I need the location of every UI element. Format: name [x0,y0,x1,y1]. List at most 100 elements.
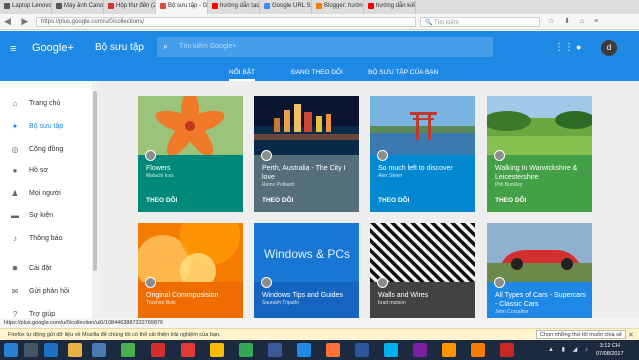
link-status-bar: https://plus.google.com/u/0/collection/u… [0,318,639,328]
settings-icon: ✹ [11,264,19,273]
word-icon[interactable] [355,343,369,357]
follow-button[interactable]: THEO DÕI [495,197,526,204]
edge-icon[interactable] [44,343,58,357]
tab-following[interactable]: ĐANG THEO DÕI [291,69,343,76]
video-icon[interactable] [500,343,514,357]
close-icon[interactable]: ✕ [628,331,634,339]
owner-avatar[interactable] [494,150,505,161]
sidebar-item-label: Trang chủ [29,100,61,107]
collection-card[interactable]: Flowers Malachi Ices THEO DÕI [138,96,243,212]
sidebar-item[interactable]: ● Hồ sơ [0,161,92,181]
infobar-share-button[interactable]: Chọn những thứ tôi muốn chia sẻ [536,330,626,339]
gplus-search-box[interactable]: ⌕ Tìm kiếm Google+ [157,37,493,57]
tab-your-collections[interactable]: BỘ SƯU TẬP CỦA BẠN [368,69,438,76]
browser-tab[interactable]: hướng dẫn tạo [208,0,260,14]
sidebar-scrollbar-thumb[interactable] [93,91,97,271]
sidebar-item[interactable]: ✦ Bộ sưu tập [0,117,92,137]
sidebar-item[interactable]: ♪ Thông báo [0,229,92,249]
sidebar-item[interactable]: ✹ Cài đặt [0,259,92,279]
gplus-logo[interactable]: Google+ [32,42,74,54]
firefox-icon[interactable] [326,343,340,357]
menu-icon[interactable]: ≡ [10,43,16,55]
owner-avatar[interactable] [145,150,156,161]
browser-nav-bar: ◀ ▶ ↻ https://plus.google.com/u/0/collec… [0,14,639,30]
task-view-icon[interactable] [24,343,38,357]
browser-tab[interactable]: Máy ảnh Canon [52,0,104,14]
taskbar-clock[interactable]: 3:12 CH 07/08/2017 [596,342,624,358]
browser-tab[interactable]: Laptop Lenovo [0,0,52,14]
collections-icon: ✦ [11,122,19,131]
windows-start-icon[interactable] [4,343,18,357]
sidebar-item[interactable]: ♟ Mọi người [0,184,92,204]
owner-avatar[interactable] [261,150,272,161]
chrome-icon[interactable] [210,343,224,357]
browser-toolbar-icons[interactable]: ☆ ⬇ ⌂ ≡ [548,17,602,25]
owner-avatar[interactable] [261,277,272,288]
collection-card-footer: Walking In Warwickshire & Leicestershire… [487,150,592,212]
browser-tab-label: hướng dẫn kiế [376,3,415,9]
download-icon[interactable] [151,343,165,357]
app-icon[interactable] [121,343,135,357]
collection-owner: Remo Pollastri [262,182,295,188]
url-field[interactable]: https://plus.google.com/u/0/collections/ [36,17,416,27]
collection-cover-image [487,96,592,155]
paint-icon[interactable] [471,343,485,357]
search-icon: ⌕ [163,41,169,51]
gplus-icon [160,3,166,9]
follow-button[interactable]: THEO DÕI [146,197,177,204]
system-tray-icons[interactable]: ▲ ▮ ◢ ♪ [548,346,591,353]
apps-grid-icon[interactable]: ⋮⋮ [554,42,574,53]
browser-tab-label: Bộ sưu tập - Go [168,3,208,9]
follow-button[interactable]: THEO DÕI [262,197,293,204]
collection-owner: Truehan Bois [146,300,176,306]
follow-button[interactable]: THEO DÕI [378,197,409,204]
sidebar-item-label: Mọi người [29,190,61,197]
collection-card[interactable]: Walking In Warwickshire & Leicestershire… [487,96,592,212]
owner-avatar[interactable] [377,277,388,288]
sidebar-item[interactable]: ✉ Gửi phản hồi [0,282,92,302]
home-icon: ⌂ [12,99,18,108]
people-icon: ♟ [11,189,19,198]
owner-avatar[interactable] [145,277,156,288]
skype-icon[interactable] [384,343,398,357]
clock-date: 07/08/2017 [596,351,624,357]
firefox-info-bar: Firefox tự động gửi dữ liệu về Mozilla đ… [0,328,639,340]
browser-tab[interactable]: Bộ sưu tập - Go [156,0,208,14]
blogger-icon [316,3,322,9]
account-avatar[interactable]: d [601,40,617,56]
file-explorer-icon[interactable] [68,343,82,357]
owner-avatar[interactable] [377,150,388,161]
browser-tab[interactable]: Hộp thư đến (2) [104,0,156,14]
collection-cover-image [370,223,475,282]
owner-avatar[interactable] [494,277,505,288]
media-icon[interactable] [413,343,427,357]
collection-card[interactable]: Perth, Australia - The City I love Remo P… [254,96,359,212]
sidebar-item-label: Bộ sưu tập [29,123,64,130]
google-icon [264,3,270,9]
firefox-window-icon[interactable] [442,343,456,357]
sidebar-item[interactable]: ◎ Cộng đồng [0,140,92,160]
collection-cover-image [138,223,243,282]
browser-search-field[interactable]: 🔍 Tìm kiếm [420,17,540,27]
sidebar-item-label: Thông báo [29,235,63,242]
collection-title: Flowers [146,165,171,172]
tab-featured[interactable]: NỔI BẬT [229,69,256,81]
sidebar-item[interactable]: ⌂ Trang chủ [0,94,92,114]
gplus-search-placeholder: Tìm kiếm Google+ [179,43,237,50]
collection-owner: Malachi Ices [146,173,174,179]
browser-tab[interactable]: Blogger: hướng [312,0,364,14]
sidebar-item[interactable]: ▬ Sự kiện [0,206,92,226]
sidebar-item-label: Cài đặt [29,265,52,272]
collection-title: Original Commposision [146,292,219,299]
sidebar-item-label: Hồ sơ [29,167,48,174]
facebook-icon[interactable] [268,343,282,357]
coccoc-icon[interactable] [239,343,253,357]
store-icon[interactable] [92,343,106,357]
browser-tab-label: Máy ảnh Canon [64,3,104,9]
notifications-bell-icon[interactable]: ● [576,42,581,52]
browser-tab[interactable]: hướng dẫn kiế [364,0,416,14]
collection-card[interactable]: So much left to discover Alex Steen THEO D… [370,96,475,212]
browser-tab[interactable]: Google URL Sh [260,0,312,14]
zalo-icon[interactable] [297,343,311,357]
save-icon[interactable] [181,343,195,357]
